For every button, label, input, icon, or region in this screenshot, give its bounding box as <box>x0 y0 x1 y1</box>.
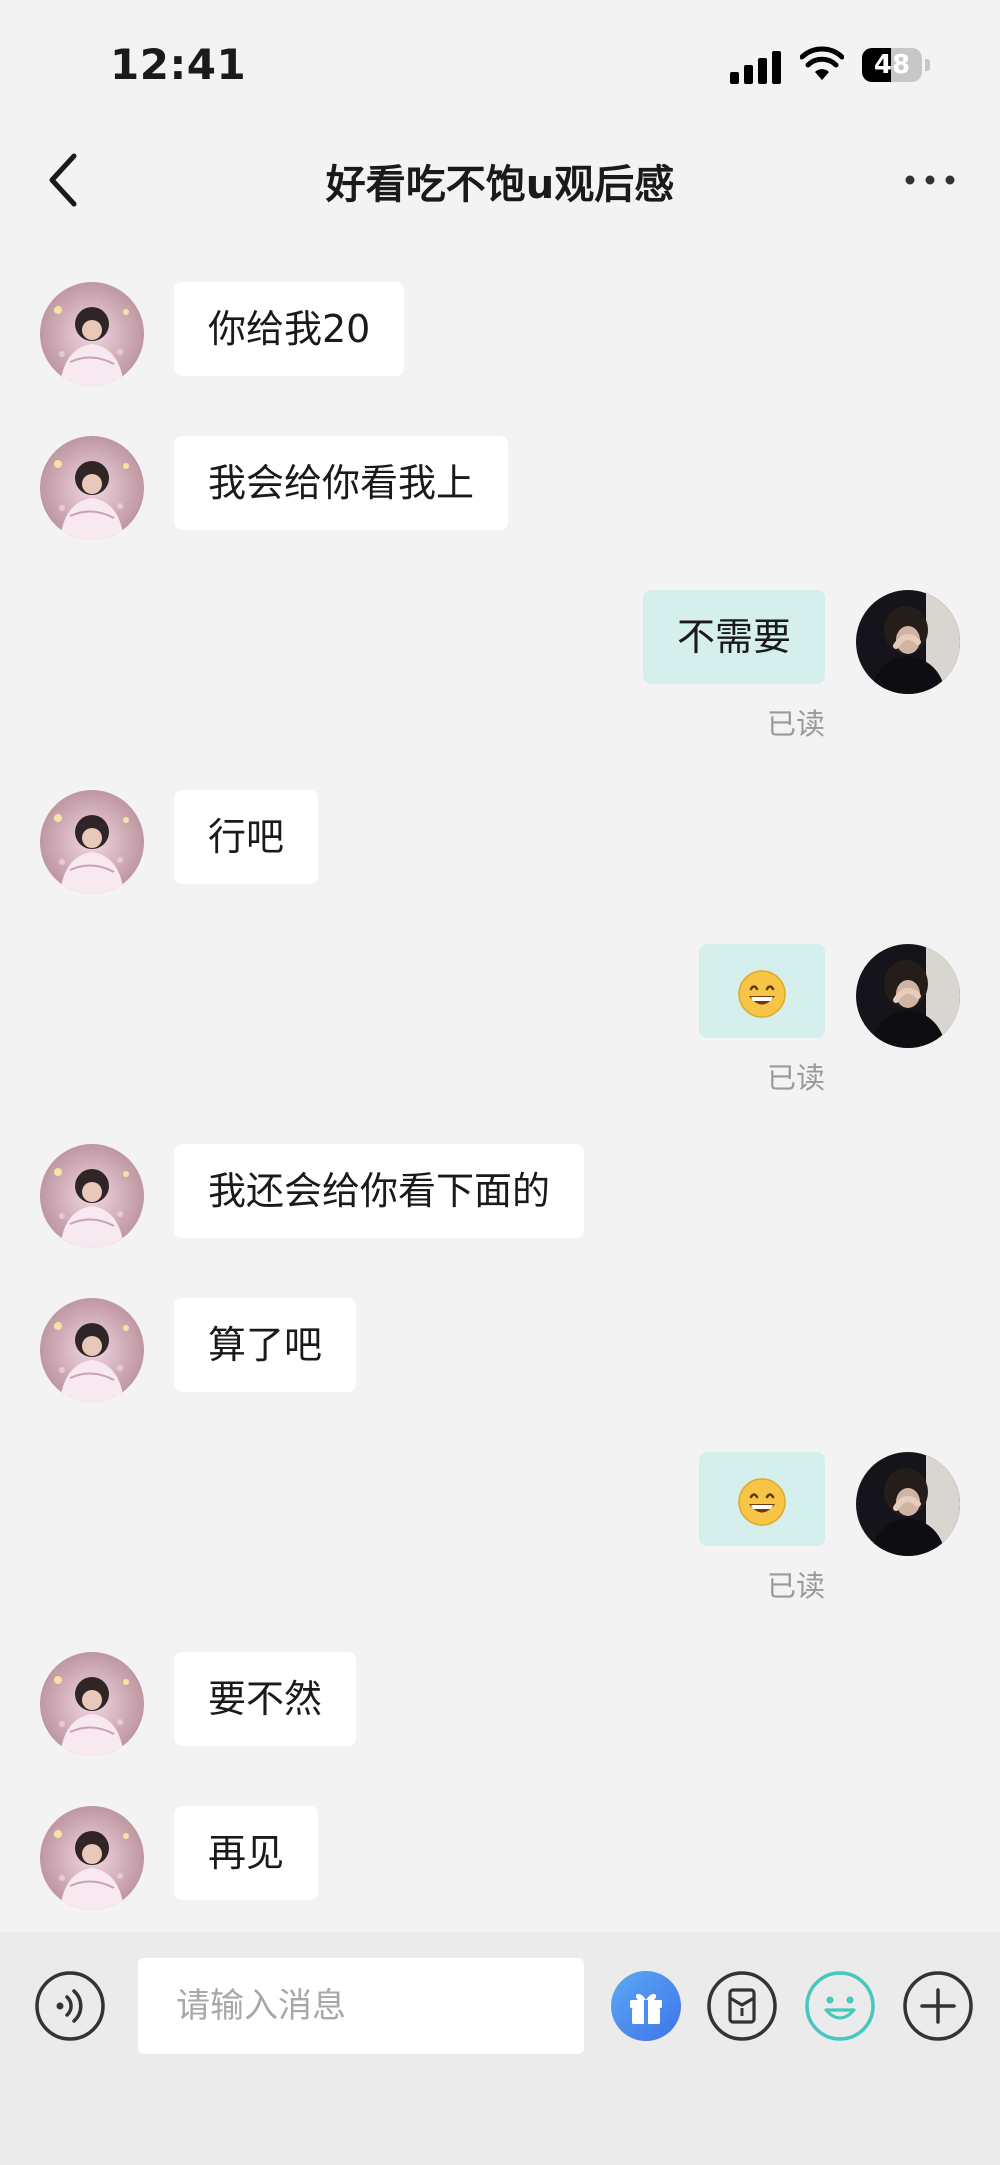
emoji-icon[interactable] <box>804 1970 876 2042</box>
more-options-icon[interactable] <box>900 160 960 200</box>
status-bar: 12:41 48 <box>0 0 1000 130</box>
contact-avatar[interactable] <box>40 1144 144 1248</box>
gift-icon[interactable] <box>610 1970 682 2042</box>
message-bubble[interactable]: 再见 <box>174 1806 319 1900</box>
read-receipt: 已读 <box>766 1061 825 1095</box>
contact-avatar[interactable] <box>40 1652 144 1756</box>
message-bubble[interactable]: 不需要 <box>642 590 825 684</box>
message-bubble[interactable]: 要不然 <box>174 1652 357 1746</box>
cellular-signal-icon <box>730 51 781 84</box>
message-bubble[interactable]: 算了吧 <box>174 1298 357 1392</box>
chat-title: 好看吃不饱u观后感 <box>325 162 675 208</box>
chat-header: 好看吃不饱u观后感 <box>0 130 1000 230</box>
battery-icon: 48 <box>862 48 932 84</box>
message-bubble[interactable]: 你给我20 <box>174 282 405 376</box>
contact-avatar[interactable] <box>40 1806 144 1910</box>
message-bubble[interactable]: 行吧 <box>174 790 319 884</box>
battery-percent: 48 <box>873 50 911 80</box>
contact-avatar[interactable] <box>40 1298 144 1402</box>
wifi-icon <box>800 46 844 80</box>
read-receipt: 已读 <box>766 707 825 741</box>
back-arrow-icon[interactable] <box>40 150 90 210</box>
read-receipt: 已读 <box>766 1569 825 1603</box>
contact-avatar[interactable] <box>40 790 144 894</box>
voice-input-icon[interactable] <box>34 1970 106 2042</box>
grinning-face-icon <box>738 1477 786 1526</box>
emoji-message-bubble[interactable] <box>699 1452 825 1546</box>
input-bar <box>0 1932 1000 2165</box>
message-bubble[interactable]: 我会给你看我上 <box>174 436 509 530</box>
my-avatar[interactable] <box>856 944 960 1048</box>
message-input[interactable] <box>138 1958 584 2054</box>
plus-icon[interactable] <box>902 1970 974 2042</box>
message-bubble[interactable]: 我还会给你看下面的 <box>174 1144 585 1238</box>
grinning-face-icon <box>738 969 786 1018</box>
my-avatar[interactable] <box>856 1452 960 1556</box>
emoji-message-bubble[interactable] <box>699 944 825 1038</box>
status-time: 12:41 <box>110 40 247 89</box>
red-packet-icon[interactable] <box>706 1970 778 2042</box>
contact-avatar[interactable] <box>40 436 144 540</box>
contact-avatar[interactable] <box>40 282 144 386</box>
my-avatar[interactable] <box>856 590 960 694</box>
